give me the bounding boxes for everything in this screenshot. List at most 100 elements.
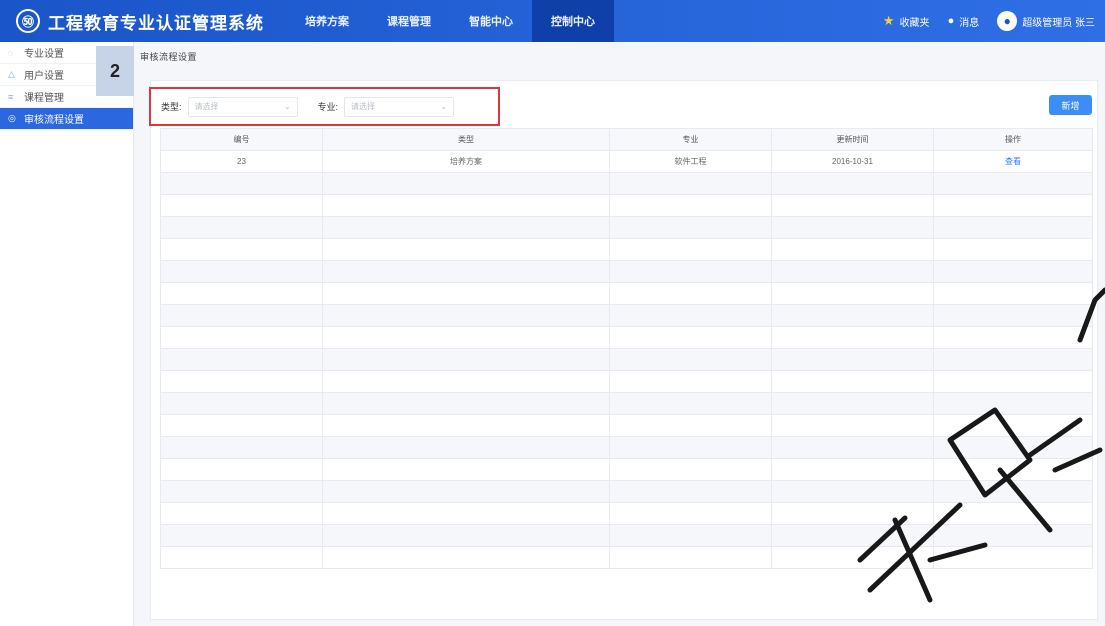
empty-cell: [609, 480, 772, 503]
empty-cell: [322, 348, 610, 371]
empty-cell: [322, 326, 610, 349]
favorites-button[interactable]: ★ 收藏夹: [883, 13, 930, 29]
cell-major: 软件工程: [609, 150, 772, 173]
empty-cell: [933, 172, 1093, 195]
empty-cell: [160, 502, 323, 525]
major-filter: 专业: 请选择 ⌄: [318, 96, 455, 117]
sidebar-item-review-flow-settings[interactable]: ◎ 审核流程设置: [0, 108, 133, 130]
empty-cell: [322, 524, 610, 547]
empty-cell: [322, 502, 610, 525]
empty-cell: [609, 392, 772, 415]
empty-cell: [160, 348, 323, 371]
empty-cell: [933, 524, 1093, 547]
view-link[interactable]: 查看: [1005, 157, 1021, 166]
empty-cell: [933, 194, 1093, 217]
empty-cell: [160, 370, 323, 393]
empty-cell: [933, 238, 1093, 261]
empty-table-row: [160, 282, 1093, 305]
empty-cell: [771, 502, 934, 525]
empty-cell: [160, 304, 323, 327]
user-label: 超级管理员 张三: [1022, 17, 1095, 29]
empty-cell: [933, 282, 1093, 305]
empty-cell: [609, 348, 772, 371]
empty-cell: [322, 370, 610, 393]
empty-cell: [160, 480, 323, 503]
review-flow-table: 编号 类型 专业 更新时间 操作 23 培养方案 软件工程 2016-10-31…: [160, 128, 1093, 569]
empty-cell: [933, 436, 1093, 459]
empty-cell: [160, 194, 323, 217]
empty-cell: [322, 480, 610, 503]
empty-cell: [933, 216, 1093, 239]
empty-cell: [609, 216, 772, 239]
main-nav: 培养方案 课程管理 智能中心 控制中心: [286, 0, 614, 42]
nav-item-control-center[interactable]: 控制中心: [532, 0, 614, 42]
empty-cell: [771, 194, 934, 217]
empty-cell: [160, 524, 323, 547]
chevron-down-icon: ⌄: [283, 102, 291, 111]
add-button[interactable]: 新增: [1049, 95, 1092, 115]
empty-cell: [322, 282, 610, 305]
type-select-placeholder: 请选择: [194, 102, 219, 111]
messages-button[interactable]: ● 消息: [948, 14, 980, 29]
sidebar: ◌ 专业设置 △ 用户设置 ≡ 课程管理 ◎ 审核流程设置: [0, 42, 134, 626]
favorites-label: 收藏夹: [899, 17, 930, 29]
cell-type: 培养方案: [322, 150, 610, 173]
empty-cell: [322, 238, 610, 261]
chevron-down-icon: ⌄: [440, 102, 448, 111]
empty-table-row: [160, 194, 1093, 217]
messages-label: 消息: [959, 17, 980, 29]
empty-cell: [771, 238, 934, 261]
nav-item-training-plan[interactable]: 培养方案: [286, 0, 368, 42]
column-header-major: 专业: [609, 128, 772, 151]
empty-cell: [771, 392, 934, 415]
empty-cell: [322, 260, 610, 283]
empty-cell: [609, 436, 772, 459]
filter-bar: 类型: 请选择 ⌄ 专业: 请选择 ⌄: [149, 87, 500, 126]
empty-cell: [771, 458, 934, 481]
empty-cell: [609, 546, 772, 569]
empty-table-row: [160, 436, 1093, 459]
user-icon: △: [8, 69, 15, 79]
nav-item-smart-center[interactable]: 智能中心: [450, 0, 532, 42]
sidebar-item-label: 专业设置: [24, 49, 64, 60]
empty-table-row: [160, 414, 1093, 437]
cell-action: 查看: [933, 150, 1093, 173]
empty-cell: [771, 480, 934, 503]
empty-table-row: [160, 392, 1093, 415]
empty-cell: [933, 392, 1093, 415]
empty-cell: [933, 502, 1093, 525]
type-select[interactable]: 请选择 ⌄: [187, 96, 298, 117]
empty-cell: [322, 304, 610, 327]
empty-table-row: [160, 348, 1093, 371]
user-menu[interactable]: ● 超级管理员 张三: [997, 11, 1095, 31]
empty-cell: [322, 392, 610, 415]
empty-cell: [322, 216, 610, 239]
major-select[interactable]: 请选择 ⌄: [344, 96, 455, 117]
settings-icon: ◎: [8, 113, 16, 123]
empty-cell: [771, 326, 934, 349]
empty-cell: [322, 546, 610, 569]
empty-cell: [771, 304, 934, 327]
empty-table-row: [160, 502, 1093, 525]
cell-id: 23: [160, 150, 323, 173]
bell-icon: ●: [947, 15, 955, 27]
empty-cell: [771, 524, 934, 547]
empty-cell: [771, 370, 934, 393]
empty-table-row: [160, 238, 1093, 261]
empty-cell: [933, 546, 1093, 569]
sidebar-item-label: 用户设置: [24, 71, 64, 82]
empty-cell: [933, 260, 1093, 283]
empty-table-row: [160, 546, 1093, 569]
empty-cell: [609, 326, 772, 349]
nav-item-course-management[interactable]: 课程管理: [368, 0, 450, 42]
empty-table-row: [160, 216, 1093, 239]
column-header-type: 类型: [322, 128, 610, 151]
empty-cell: [322, 414, 610, 437]
empty-cell: [609, 458, 772, 481]
empty-cell: [933, 480, 1093, 503]
empty-cell: [160, 260, 323, 283]
empty-table-row: [160, 524, 1093, 547]
empty-cell: [160, 326, 323, 349]
empty-cell: [609, 414, 772, 437]
star-icon: ★: [882, 13, 895, 28]
